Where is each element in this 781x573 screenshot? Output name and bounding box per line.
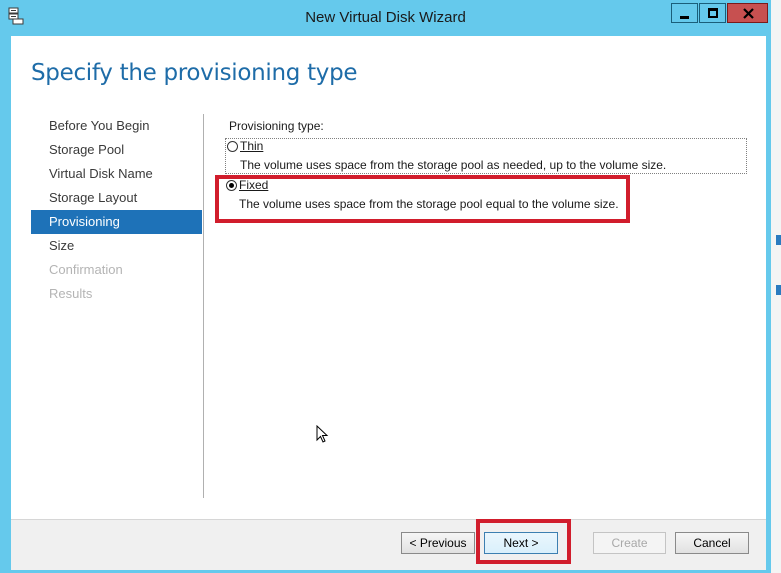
wizard-step-nav: Before You Begin Storage Pool Virtual Di… xyxy=(31,114,202,306)
next-button-highlight-box xyxy=(476,519,571,564)
title-bar[interactable]: New Virtual Disk Wizard xyxy=(0,0,771,36)
nav-item-confirmation: Confirmation xyxy=(49,262,123,277)
minimize-button[interactable] xyxy=(671,3,698,23)
wizard-client-area: Specify the provisioning type Before You… xyxy=(11,36,766,570)
provisioning-type-label: Provisioning type: xyxy=(229,119,324,133)
wizard-footer: < Previous Next > Create Cancel xyxy=(11,519,766,570)
close-icon xyxy=(743,8,754,19)
close-button[interactable] xyxy=(727,3,768,23)
wizard-window: New Virtual Disk Wizard Specify the prov… xyxy=(0,0,771,573)
nav-item-before-you-begin[interactable]: Before You Begin xyxy=(31,114,202,138)
background-window-edge xyxy=(771,0,781,573)
mouse-pointer-icon xyxy=(316,425,329,443)
fixed-option-highlight-box xyxy=(215,175,630,223)
thin-option-description: The volume uses space from the storage p… xyxy=(240,158,667,172)
nav-item-size[interactable]: Size xyxy=(31,234,202,258)
nav-item-virtual-disk-name[interactable]: Virtual Disk Name xyxy=(31,162,202,186)
nav-divider xyxy=(203,114,204,498)
maximize-button[interactable] xyxy=(699,3,726,23)
thin-radio[interactable] xyxy=(227,141,238,152)
thin-option[interactable]: Thin The volume uses space from the stor… xyxy=(225,138,747,174)
window-title: New Virtual Disk Wizard xyxy=(305,9,466,26)
thin-option-label[interactable]: Thin xyxy=(240,139,263,153)
background-scroll-marker xyxy=(776,235,781,245)
cancel-button[interactable]: Cancel xyxy=(675,532,749,554)
create-button: Create xyxy=(593,532,666,554)
nav-item-storage-layout[interactable]: Storage Layout xyxy=(31,186,202,210)
nav-item-storage-pool[interactable]: Storage Pool xyxy=(31,138,202,162)
previous-button[interactable]: < Previous xyxy=(401,532,475,554)
maximize-icon xyxy=(708,8,718,18)
nav-item-results: Results xyxy=(49,286,93,301)
minimize-icon xyxy=(680,16,689,19)
background-scroll-marker xyxy=(776,285,781,295)
page-title: Specify the provisioning type xyxy=(31,60,358,86)
nav-item-provisioning[interactable]: Provisioning xyxy=(31,210,202,234)
